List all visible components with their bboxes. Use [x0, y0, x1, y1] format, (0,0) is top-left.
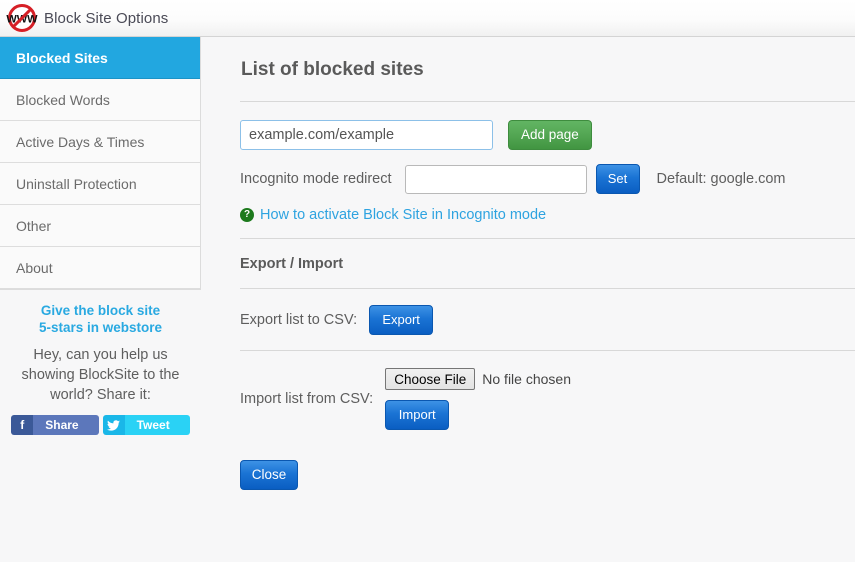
sidebar: Blocked Sites Blocked Words Active Days …: [0, 37, 201, 435]
export-label: Export list to CSV:: [240, 312, 358, 328]
incognito-label: Incognito mode redirect: [240, 171, 392, 187]
sidebar-item-label: Active Days & Times: [16, 133, 145, 150]
main-content: List of blocked sites Add page Incognito…: [201, 37, 855, 490]
sidebar-item-label: About: [16, 259, 53, 276]
sidebar-item-label: Uninstall Protection: [16, 175, 137, 192]
sidebar-item-blocked-sites[interactable]: Blocked Sites: [0, 37, 200, 79]
sidebar-item-other[interactable]: Other: [0, 205, 200, 247]
sidebar-item-about[interactable]: About: [0, 247, 200, 289]
rate-extension-link[interactable]: Give the block site 5-stars in webstore: [8, 302, 193, 336]
twitter-tweet-button[interactable]: Tweet: [102, 415, 190, 435]
facebook-share-label: Share: [33, 415, 99, 435]
sidebar-item-label: Blocked Sites: [16, 49, 108, 66]
promo-text: Hey, can you help us showing BlockSite t…: [21, 347, 180, 403]
sidebar-nav: Blocked Sites Blocked Words Active Days …: [0, 37, 201, 290]
export-row: Export list to CSV: Export: [240, 305, 855, 335]
sidebar-item-blocked-words[interactable]: Blocked Words: [0, 79, 200, 121]
rate-link-line2: 5-stars in webstore: [38, 320, 163, 335]
facebook-share-button[interactable]: f Share: [11, 415, 99, 435]
divider: [240, 238, 855, 239]
file-picker[interactable]: Choose File No file chosen: [385, 368, 571, 390]
incognito-help-link[interactable]: How to activate Block Site in Incognito …: [260, 207, 546, 223]
export-import-heading: Export / Import: [240, 256, 344, 272]
blocked-sites-heading: List of blocked sites: [241, 59, 424, 80]
page-title: Block Site Options: [44, 9, 169, 27]
divider: [240, 350, 855, 351]
question-mark-icon: ?: [240, 208, 254, 222]
add-site-row: Add page: [240, 120, 855, 150]
site-input[interactable]: [240, 120, 493, 150]
share-buttons: f Share Tweet: [8, 415, 193, 435]
set-button[interactable]: Set: [595, 164, 640, 194]
close-button[interactable]: Close: [240, 460, 298, 490]
incognito-redirect-input[interactable]: [404, 164, 587, 194]
sidebar-item-active-days-times[interactable]: Active Days & Times: [0, 121, 200, 163]
page-body: Blocked Sites Blocked Words Active Days …: [0, 37, 855, 562]
divider: [240, 101, 855, 102]
no-www-icon: WWW: [6, 3, 38, 33]
app-header: WWW Block Site Options: [0, 0, 855, 37]
promo-panel: Give the block site 5-stars in webstore …: [0, 290, 201, 435]
sidebar-item-label: Blocked Words: [16, 91, 110, 108]
incognito-help-row: ? How to activate Block Site in Incognit…: [240, 207, 855, 223]
selected-file-name: No file chosen: [482, 371, 571, 387]
add-page-button[interactable]: Add page: [508, 120, 592, 150]
divider: [240, 288, 855, 289]
incognito-row: Incognito mode redirect Set Default: goo…: [240, 164, 855, 194]
incognito-default-text: Default: google.com: [656, 171, 786, 187]
rate-link-line1: Give the block site: [40, 303, 161, 318]
import-label: Import list from CSV:: [240, 391, 374, 407]
export-button[interactable]: Export: [369, 305, 434, 335]
import-button[interactable]: Import: [385, 400, 450, 430]
import-row: Import list from CSV: Choose File No fil…: [240, 368, 855, 430]
sidebar-item-uninstall-protection[interactable]: Uninstall Protection: [0, 163, 200, 205]
facebook-icon: f: [11, 415, 34, 435]
choose-file-button[interactable]: Choose File: [385, 368, 476, 390]
sidebar-item-label: Other: [16, 217, 52, 234]
twitter-share-label: Tweet: [124, 415, 190, 435]
twitter-icon: [102, 415, 125, 435]
